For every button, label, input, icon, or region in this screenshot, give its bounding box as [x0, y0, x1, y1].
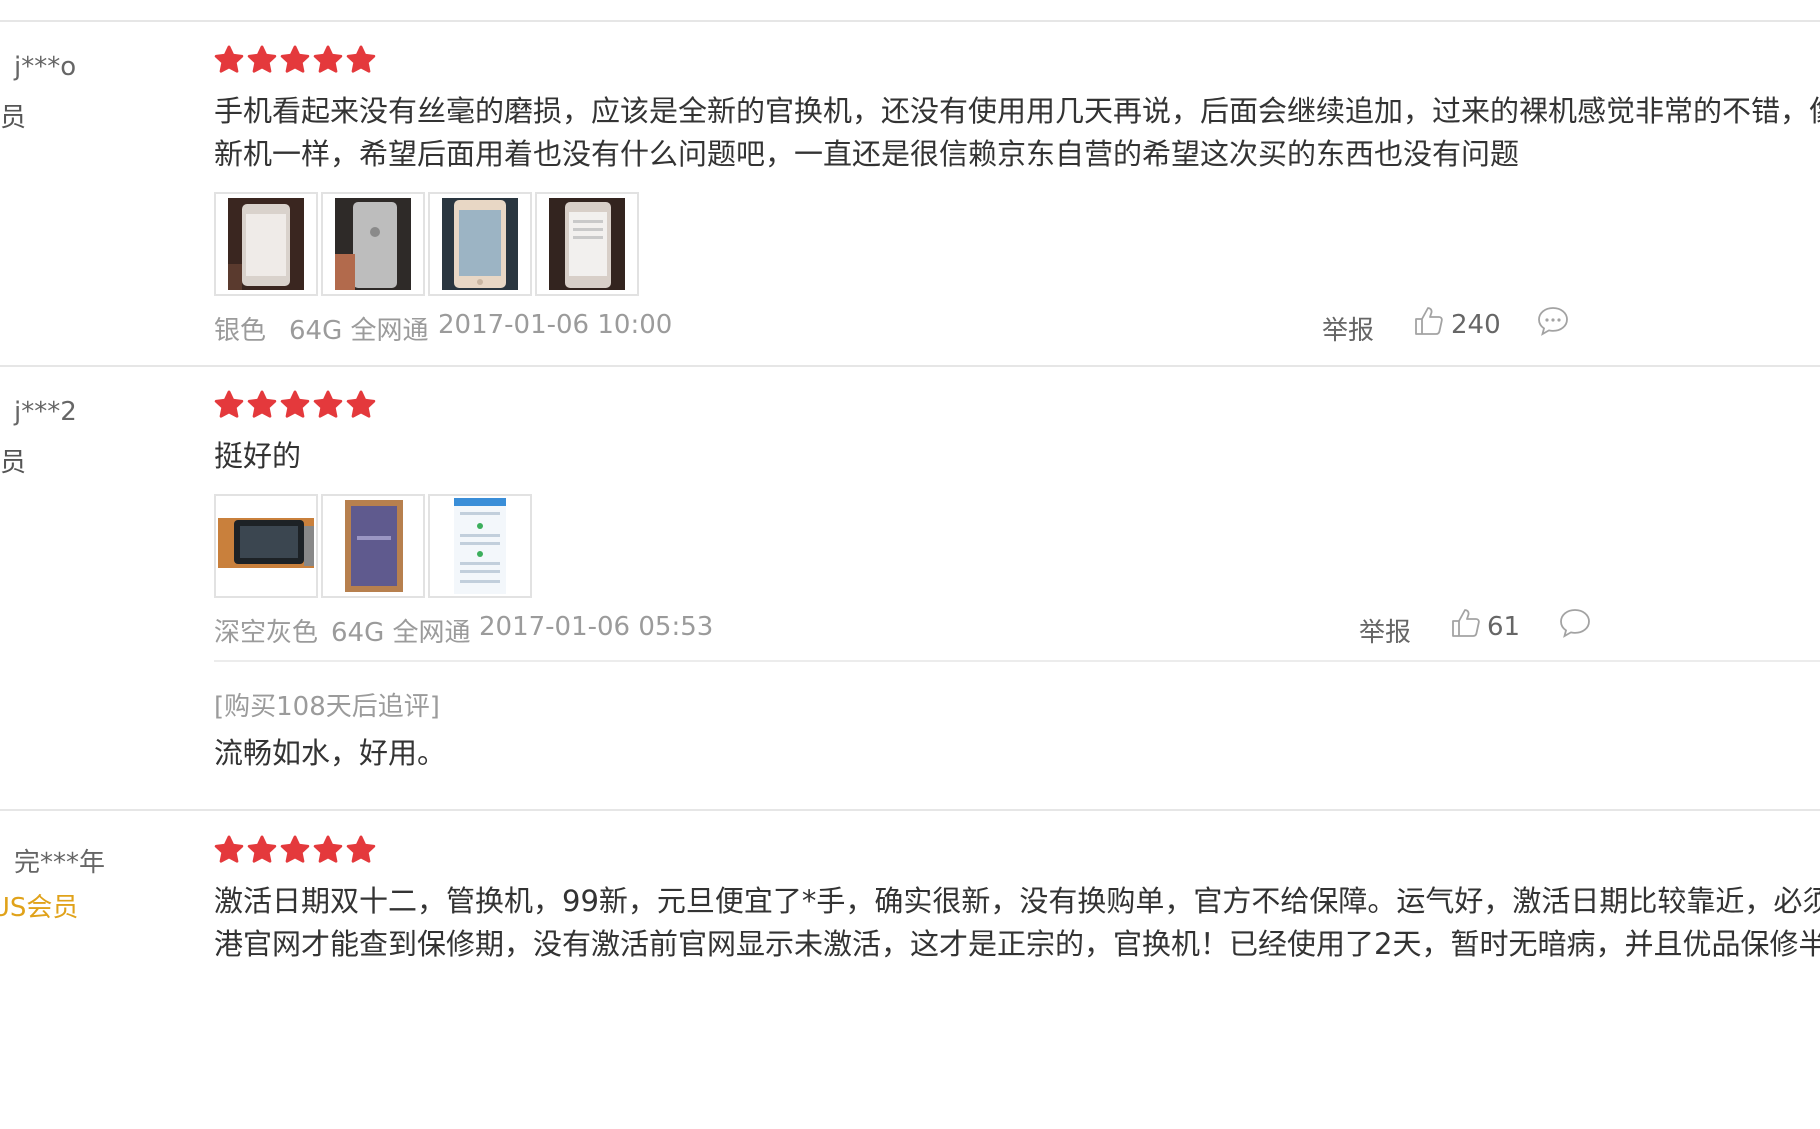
phone-photo	[442, 198, 518, 290]
append-divider	[214, 660, 1820, 662]
like-count: 240	[1451, 310, 1501, 340]
report-link[interactable]: 举报	[1359, 612, 1411, 649]
rating-stars	[214, 45, 376, 75]
star-icon	[313, 835, 343, 863]
review-time: 2017-01-06 10:00	[438, 310, 673, 340]
review-photo-thumbnail[interactable]	[535, 192, 639, 296]
star-icon	[280, 45, 310, 73]
review-photo-thumbnail[interactable]	[428, 494, 532, 598]
screenshot-photo	[430, 496, 530, 596]
star-icon	[346, 835, 376, 863]
star-icon	[214, 45, 244, 73]
review-username: 完***年	[14, 848, 106, 878]
star-icon	[247, 390, 277, 418]
review-text: 新机一样，希望后面用着也没有什么问题吧，一直还是很信赖京东自营的希望这次买的东西…	[214, 137, 1520, 171]
phone-photo	[228, 198, 304, 290]
append-review-label: [购买108天后追评]	[214, 692, 440, 722]
star-icon	[247, 835, 277, 863]
review-username: j***o	[14, 52, 77, 82]
star-icon	[280, 390, 310, 418]
review-user-level: 会员	[0, 103, 27, 133]
star-icon	[313, 45, 343, 73]
review-text: 港官网才能查到保修期，没有激活前官网显示未激活，这才是正宗的，官换机！已经使用了…	[214, 927, 1820, 961]
box-photo	[323, 496, 423, 596]
append-review-text: 流畅如水，好用。	[214, 736, 447, 770]
phone-photo	[549, 198, 625, 290]
star-icon	[346, 45, 376, 73]
product-color: 深空灰色	[214, 618, 319, 648]
product-spec: 64G 全网通	[289, 316, 429, 346]
review-photo-thumbnail[interactable]	[428, 192, 532, 296]
product-color: 银色	[214, 316, 267, 346]
phone-photo	[216, 496, 316, 596]
star-icon	[214, 390, 244, 418]
review-photo-thumbnail[interactable]	[321, 494, 425, 598]
phone-photo	[335, 198, 411, 290]
comment-bubble-icon[interactable]	[1536, 305, 1570, 337]
star-icon	[247, 45, 277, 73]
star-icon	[214, 835, 244, 863]
review-user-level: PLUS会员	[0, 893, 79, 923]
rating-stars	[214, 835, 376, 865]
like-count: 61	[1487, 612, 1521, 642]
review-photo-thumbnail[interactable]	[214, 192, 318, 296]
star-icon	[313, 390, 343, 418]
review-text: 挺好的	[214, 439, 302, 473]
review-user-level: 会员	[0, 448, 27, 478]
review-time: 2017-01-06 05:53	[479, 612, 714, 642]
report-link[interactable]: 举报	[1322, 310, 1374, 347]
star-icon	[280, 835, 310, 863]
thumbs-up-icon[interactable]	[1413, 305, 1445, 337]
review-photo-thumbnail[interactable]	[321, 192, 425, 296]
product-spec: 64G 全网通	[331, 618, 471, 648]
review-list: j***o 会员 手机看起来没有丝毫的磨损，应该是全新的官换机，还没有使用用几天…	[0, 0, 1820, 1129]
review-photo-thumbnail[interactable]	[214, 494, 318, 598]
star-icon	[346, 390, 376, 418]
review-divider	[0, 809, 1820, 811]
review-username: j***2	[14, 397, 77, 427]
rating-stars	[214, 390, 376, 420]
review-divider	[0, 365, 1820, 367]
comment-bubble-icon[interactable]	[1558, 607, 1592, 639]
review-divider	[0, 20, 1820, 22]
thumbs-up-icon[interactable]	[1450, 607, 1482, 639]
